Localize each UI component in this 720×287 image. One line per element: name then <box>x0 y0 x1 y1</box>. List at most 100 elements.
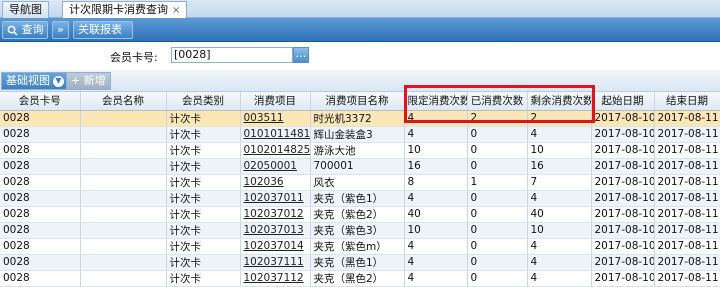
table-cell: 计次卡 <box>166 110 241 127</box>
table-cell: 0 <box>467 254 528 271</box>
tab-navigation[interactable]: 导航图 <box>2 1 49 18</box>
column-header[interactable]: 消费项目 <box>240 92 311 111</box>
ellipsis-button[interactable]: … <box>293 47 309 63</box>
table-cell: 4 <box>527 190 592 207</box>
table-cell: 16 <box>527 158 592 175</box>
table-cell: 4 <box>527 238 592 255</box>
add-view-button[interactable]: + 新增 <box>66 72 111 90</box>
close-icon[interactable]: × <box>172 5 180 16</box>
member-card-input[interactable]: [0028] <box>171 47 293 63</box>
table-cell: 计次卡 <box>166 270 241 287</box>
query-button[interactable]: 查询 <box>2 21 48 39</box>
table-cell: 0 <box>467 190 528 207</box>
table-cell[interactable]: 102037014 <box>240 238 311 255</box>
table-cell[interactable]: 0101011481 <box>240 126 311 143</box>
table-cell: 计次卡 <box>166 158 241 175</box>
table-cell: 0 <box>467 238 528 255</box>
table-row[interactable]: 0028 计次卡 003511 时光机3372 4 2 2 2017-08-10 2017-08… <box>0 110 720 127</box>
table-cell: 40 <box>527 206 592 223</box>
table-cell: 2017-08-11 <box>654 142 720 159</box>
collapse-button[interactable]: » <box>52 21 69 39</box>
table-cell[interactable]: 102037111 <box>240 254 311 271</box>
search-icon <box>7 25 18 36</box>
table-cell: 0028 <box>0 110 81 127</box>
table-cell: 7 <box>527 174 592 191</box>
table-row[interactable]: 0028 计次卡 0102014825 游泳大池 10 0 10 2017-08-10 2017… <box>0 142 720 159</box>
table-row[interactable]: 0028 计次卡 102037112 夹克（黑色2） 4 0 4 2017-08-10 2017… <box>0 270 720 287</box>
column-header[interactable]: 剩余消费次数 <box>527 92 592 111</box>
table-cell: 夹克（紫色m） <box>310 238 405 255</box>
table-row[interactable]: 0028 计次卡 102037111 夹克（黑色1） 4 0 4 2017-08-10 2017… <box>0 254 720 271</box>
chevron-down-icon[interactable]: ▼ <box>53 75 64 87</box>
table-cell: 夹克（黑色2） <box>310 270 405 287</box>
double-chevron-icon: » <box>57 23 64 36</box>
toolbar: 查询 » 关联报表 <box>0 18 720 42</box>
column-header[interactable]: 会员类别 <box>166 92 241 111</box>
table-cell: 16 <box>404 158 468 175</box>
table-cell: 4 <box>404 110 468 127</box>
table-cell: 0028 <box>0 142 81 159</box>
table-cell[interactable]: 0102014825 <box>240 142 311 159</box>
table-cell: 游泳大池 <box>310 142 405 159</box>
tab-card-consumption-query[interactable]: 计次限期卡消费查询 × <box>62 1 188 18</box>
table-cell: 0028 <box>0 126 81 143</box>
table-cell[interactable]: 102037013 <box>240 222 311 239</box>
table-cell <box>80 126 167 143</box>
table-cell: 2017-08-10 <box>591 190 655 207</box>
table-cell[interactable]: 003511 <box>240 110 311 127</box>
table-cell: 2017-08-10 <box>591 254 655 271</box>
column-header[interactable]: 结束日期 <box>654 92 720 111</box>
export-report-button[interactable]: 关联报表 <box>73 21 133 39</box>
table-cell: 2017-08-11 <box>654 190 720 207</box>
table-cell: 夹克（紫色3） <box>310 222 405 239</box>
table-cell: 2017-08-10 <box>591 238 655 255</box>
table-cell: 40 <box>404 206 468 223</box>
table-cell[interactable]: 02050001 <box>240 158 311 175</box>
table-row[interactable]: 0028 计次卡 102037014 夹克（紫色m） 4 0 4 2017-08-10 2017… <box>0 238 720 255</box>
table-row[interactable]: 0028 计次卡 02050001 700001 16 0 16 2017-08-10 2017… <box>0 158 720 175</box>
table-cell: 夹克（紫色1） <box>310 190 405 207</box>
table-cell: 风衣 <box>310 174 405 191</box>
table-cell[interactable]: 102037011 <box>240 190 311 207</box>
table-row[interactable]: 0028 计次卡 102037013 夹克（紫色3） 10 0 10 2017-08-10 20… <box>0 222 720 239</box>
basic-view-tab[interactable]: 基础视图 ▼ <box>1 72 69 90</box>
column-header[interactable]: 限定消费次数 <box>404 92 468 111</box>
table-cell: 计次卡 <box>166 142 241 159</box>
table-cell: 0 <box>467 222 528 239</box>
table-cell[interactable]: 102036 <box>240 174 311 191</box>
table-cell: 0028 <box>0 270 81 287</box>
table-row[interactable]: 0028 计次卡 102036 风衣 8 1 7 2017-08-10 2017-08-11 <box>0 174 720 191</box>
table-cell: 0 <box>467 270 528 287</box>
column-header[interactable]: 会员名称 <box>80 92 167 111</box>
table-cell: 0028 <box>0 238 81 255</box>
table-cell: 2017-08-10 <box>591 158 655 175</box>
table-cell[interactable]: 102037012 <box>240 206 311 223</box>
table-cell: 计次卡 <box>166 190 241 207</box>
view-bar: 基础视图 ▼ + 新增 <box>0 70 720 92</box>
table-cell: 2017-08-10 <box>591 126 655 143</box>
table-cell: 计次卡 <box>166 254 241 271</box>
table-cell: 10 <box>404 142 468 159</box>
table-cell <box>80 174 167 191</box>
table-row[interactable]: 0028 计次卡 102037011 夹克（紫色1） 4 0 4 2017-08-10 2017… <box>0 190 720 207</box>
table-cell: 10 <box>527 222 592 239</box>
table-row[interactable]: 0028 计次卡 102037012 夹克（紫色2） 40 0 40 2017-08-10 20… <box>0 206 720 223</box>
table-cell: 0 <box>467 206 528 223</box>
table-cell[interactable]: 102037112 <box>240 270 311 287</box>
table-cell: 0028 <box>0 174 81 191</box>
table-cell: 2017-08-11 <box>654 206 720 223</box>
table-cell: 0028 <box>0 222 81 239</box>
table-cell: 4 <box>404 126 468 143</box>
column-header[interactable]: 会员卡号 <box>0 92 81 111</box>
table-cell: 夹克（黑色1） <box>310 254 405 271</box>
table-cell: 2017-08-10 <box>591 174 655 191</box>
table-row[interactable]: 0028 计次卡 0101011481 辉山金装盒3 4 0 4 2017-08-10 2017… <box>0 126 720 143</box>
column-header[interactable]: 已消费次数 <box>467 92 528 111</box>
table-cell: 4 <box>404 254 468 271</box>
query-button-label: 查询 <box>21 23 44 36</box>
table-cell <box>80 158 167 175</box>
column-header[interactable]: 消费项目名称 <box>310 92 405 111</box>
table-cell: 2017-08-10 <box>591 142 655 159</box>
tab-bar: 导航图 计次限期卡消费查询 × <box>0 0 720 18</box>
column-header[interactable]: 起始日期 <box>591 92 655 111</box>
